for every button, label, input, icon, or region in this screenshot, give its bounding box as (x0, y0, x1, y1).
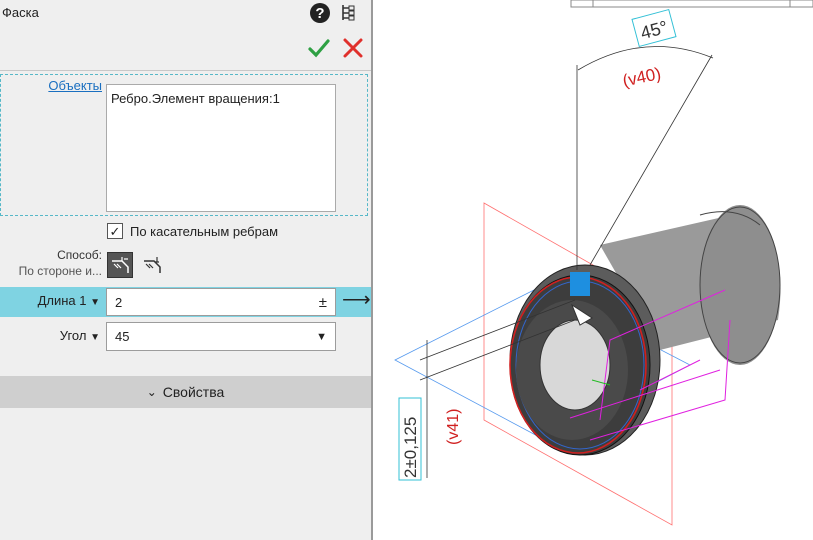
length-dimension-text[interactable]: 2±0,125 (401, 417, 420, 478)
objects-link[interactable]: Объекты (48, 78, 102, 93)
method-value: По стороне и... (18, 264, 102, 278)
help-button[interactable]: ? (310, 3, 330, 23)
3d-viewport[interactable]: 45° (v40) 2±0,125 (v41) (373, 0, 813, 540)
question-icon: ? (315, 4, 325, 22)
length-input[interactable]: 2 ± (106, 288, 336, 316)
chevron-down-icon: ▼ (90, 332, 100, 343)
ok-button[interactable] (308, 37, 330, 59)
method-label: Способ: (57, 248, 102, 262)
method-side-angle-button[interactable] (107, 252, 133, 278)
close-icon (343, 38, 363, 58)
checkmark-icon (308, 39, 330, 58)
length-label[interactable]: Длина 1 ▼ (0, 293, 100, 308)
tree-icon (342, 5, 355, 21)
properties-label: Свойства (162, 384, 225, 400)
tolerance-icon[interactable]: ± (319, 294, 327, 311)
angle-label[interactable]: Угол ▼ (0, 328, 100, 343)
length-value: 2 (115, 294, 123, 310)
angle-value: 45 (115, 329, 130, 344)
chamfer-side-angle-icon (112, 257, 129, 273)
chevron-down-icon: ▼ (316, 330, 327, 343)
objects-list[interactable]: Ребро.Элемент вращения:1 (106, 84, 336, 212)
angle-variable-text[interactable]: (v40) (621, 64, 663, 91)
arrow-right-icon[interactable]: ⟶ (342, 290, 371, 310)
properties-panel: Фаска ? Объекты Ребро.Элемент вращения:1… (0, 0, 371, 540)
chevron-down-icon: ⌄ (146, 385, 157, 399)
length-variable-text[interactable]: (v41) (445, 409, 462, 445)
tangent-edges-label: По касательным ребрам (130, 224, 279, 239)
angle-select[interactable]: 45 ▼ (106, 322, 336, 351)
cancel-button[interactable] (342, 37, 364, 59)
model-drawing[interactable]: 45° (v40) 2±0,125 (v41) (373, 0, 813, 540)
method-two-sides-button[interactable] (139, 252, 165, 278)
chevron-down-icon: ▼ (90, 297, 100, 308)
tree-view-button[interactable] (339, 3, 359, 23)
properties-section-toggle[interactable]: ⌄ Свойства (0, 376, 371, 408)
chamfer-two-sides-icon (144, 257, 161, 273)
tangent-edges-checkbox[interactable]: ✓ (107, 223, 123, 239)
separator (0, 70, 371, 71)
panel-title: Фаска (2, 5, 39, 20)
list-item[interactable]: Ребро.Элемент вращения:1 (111, 91, 331, 106)
